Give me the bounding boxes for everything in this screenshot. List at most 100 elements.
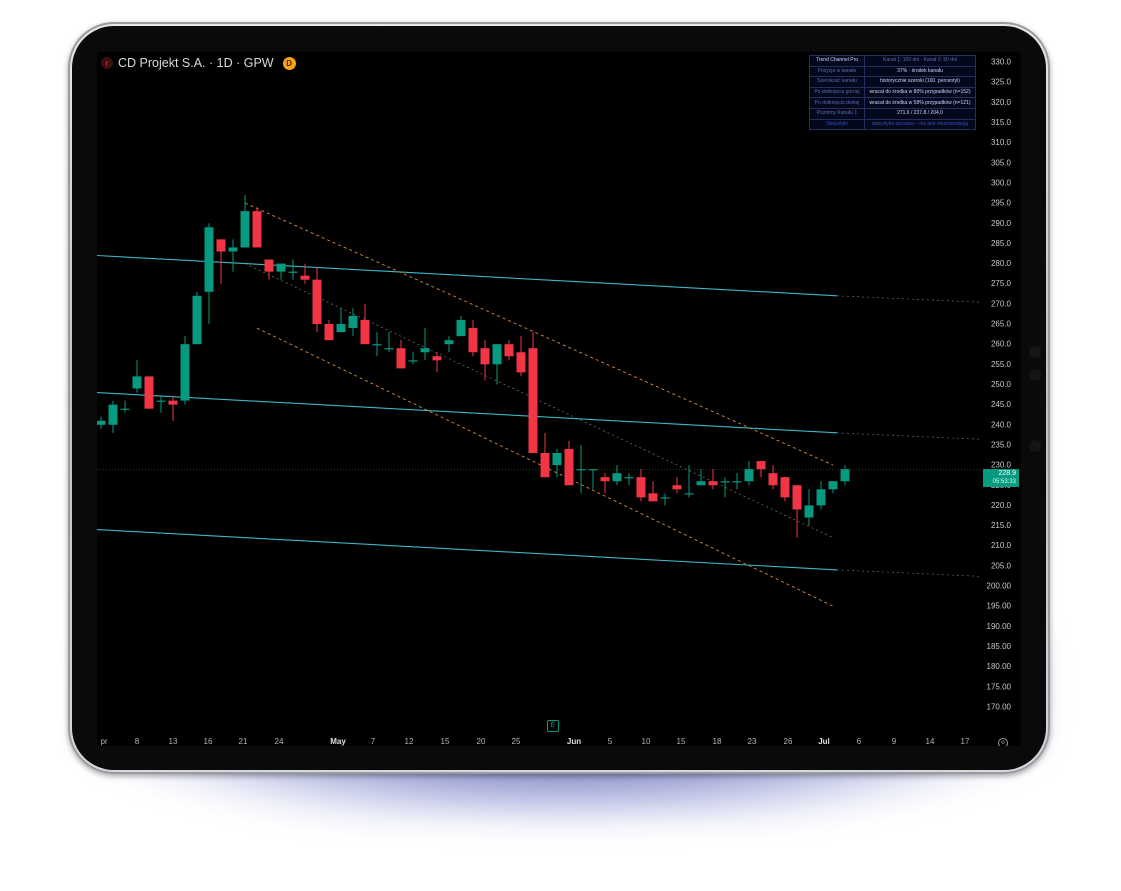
time-axis-label: 10 xyxy=(642,737,651,746)
candle-body xyxy=(780,477,790,498)
price-scale-label: 260.0 xyxy=(991,340,1012,349)
chart-settings-gear-icon[interactable]: ⚙ xyxy=(998,738,1008,746)
info-key: Trend Channel Pro xyxy=(809,55,865,67)
candle-body xyxy=(720,481,730,483)
info-value: 37% · środek kanału xyxy=(864,65,976,78)
price-scale-label: 265.0 xyxy=(991,320,1012,329)
side-control-dot xyxy=(1029,369,1041,381)
current-price-label: 228.9 05:53:33 xyxy=(983,469,1019,487)
price-scale-label: 240.0 xyxy=(991,420,1012,429)
time-axis-label: 20 xyxy=(477,737,486,746)
price-scale-label: 170.00 xyxy=(987,702,1012,711)
info-value: statystyka opisowa – nie jest rekomendac… xyxy=(864,118,976,131)
price-scale-label: 270.0 xyxy=(991,299,1012,308)
candlestick-chart[interactable]: 330.0 325.0 320.0 315.0 310.0 305.0 300.0 295.0… xyxy=(97,52,1021,746)
earnings-event-icon[interactable]: E xyxy=(547,720,559,732)
time-axis-label: 23 xyxy=(748,737,757,746)
price-scale-label: 295.0 xyxy=(991,199,1012,208)
time-axis-label: 18 xyxy=(713,737,722,746)
price-scale-label: 215.0 xyxy=(991,521,1012,530)
candle-body xyxy=(600,477,610,482)
candle-body xyxy=(372,344,382,346)
price-scale-label: 180.00 xyxy=(987,662,1012,671)
time-axis-label: 26 xyxy=(784,737,793,746)
info-value: historycznie szeroki (100. percentyl) xyxy=(864,76,976,88)
candle-body xyxy=(420,348,430,353)
price-scale-label: 320.0 xyxy=(991,98,1012,107)
data-delayed-badge[interactable]: D xyxy=(282,56,296,70)
price-scale-label: 305.0 xyxy=(991,158,1012,167)
candle-body xyxy=(588,469,598,471)
bar-countdown: 05:53:33 xyxy=(992,479,1016,485)
candle-body xyxy=(192,295,202,345)
info-key: Statystyki xyxy=(809,118,865,131)
info-table-row: Szerokość kanału historycznie szeroki (10… xyxy=(809,76,976,88)
trading-chart-screen[interactable]: 330.0 325.0 320.0 315.0 310.0 305.0 300.0 295.0… xyxy=(97,52,1021,746)
candle-body xyxy=(276,263,286,272)
candle-body xyxy=(696,481,706,486)
candle-body xyxy=(672,485,682,490)
price-scale-label: 310.0 xyxy=(991,138,1012,147)
side-control-dot xyxy=(1029,440,1041,452)
candle-body xyxy=(108,404,118,425)
candle-body xyxy=(120,408,130,410)
side-control-dot xyxy=(1029,346,1041,358)
time-axis-label: 21 xyxy=(239,737,248,746)
candle-body xyxy=(756,461,766,470)
candle-body xyxy=(360,319,370,345)
candle-body xyxy=(204,227,214,292)
price-scale-label: 235.0 xyxy=(991,440,1012,449)
price-scale-label: 190.00 xyxy=(987,622,1012,631)
time-axis-label: 5 xyxy=(608,737,613,746)
price-scale-label: 220.0 xyxy=(991,501,1012,510)
candle-body xyxy=(444,340,454,345)
candle-body xyxy=(816,489,826,506)
time-axis-label: 15 xyxy=(677,737,686,746)
candle-body xyxy=(576,469,586,471)
candle-body xyxy=(432,356,442,361)
candle-body xyxy=(564,448,574,486)
candle-body xyxy=(504,344,514,357)
candle-body xyxy=(684,493,694,495)
info-key: Po dotknięciu dolnej xyxy=(809,97,865,109)
info-key: Po dotknięciu górnej xyxy=(809,86,865,99)
info-key: Szerokość kanału xyxy=(809,76,865,88)
candle-body xyxy=(744,469,754,482)
price-scale-label: 195.00 xyxy=(987,602,1012,611)
symbol-header[interactable]: r CD Projekt S.A. · 1D · GPW D xyxy=(101,56,296,70)
info-value: wracał do środka w 58% przypadków (n=121… xyxy=(864,97,976,109)
candle-body xyxy=(168,400,178,405)
time-axis-label: 7 xyxy=(371,737,376,746)
price-scale-label: 325.0 xyxy=(991,78,1012,87)
channel-2-middle-line xyxy=(244,263,834,538)
symbol-title[interactable]: CD Projekt S.A. · 1D · GPW xyxy=(118,56,274,70)
candle-body xyxy=(792,485,802,510)
info-value: Kanał 1: 100 dni · Kanał 2: 50 dni xyxy=(864,55,976,67)
candle-body xyxy=(540,453,550,478)
channel-1-middle-line xyxy=(97,391,838,434)
candle-body xyxy=(156,400,166,402)
price-scale-label: 290.0 xyxy=(991,219,1012,228)
candle-body xyxy=(144,376,154,409)
candle-body xyxy=(528,348,538,454)
candle-body xyxy=(324,324,334,341)
price-scale-label: 245.0 xyxy=(991,400,1012,409)
candle-body xyxy=(468,328,478,353)
candle-body xyxy=(732,481,742,483)
time-axis-label: 15 xyxy=(441,737,450,746)
candle-body xyxy=(180,344,190,401)
candle-body xyxy=(336,324,346,333)
time-axis-label: 9 xyxy=(892,737,897,746)
candle-body xyxy=(216,239,226,252)
info-value: 271.6 / 237.8 / 204.0 xyxy=(864,107,976,120)
time-axis-label: 24 xyxy=(275,737,284,746)
channel-1-upper-projection xyxy=(836,295,982,303)
candle-body xyxy=(636,477,646,498)
price-scale-label: 280.0 xyxy=(991,259,1012,268)
time-axis-label: 25 xyxy=(512,737,521,746)
time-axis-label: 14 xyxy=(926,737,935,746)
price-scale-label: 185.00 xyxy=(987,642,1012,651)
time-axis-label: 17 xyxy=(961,737,970,746)
candle-body xyxy=(648,493,658,502)
time-axis-label: Jul xyxy=(818,737,830,746)
